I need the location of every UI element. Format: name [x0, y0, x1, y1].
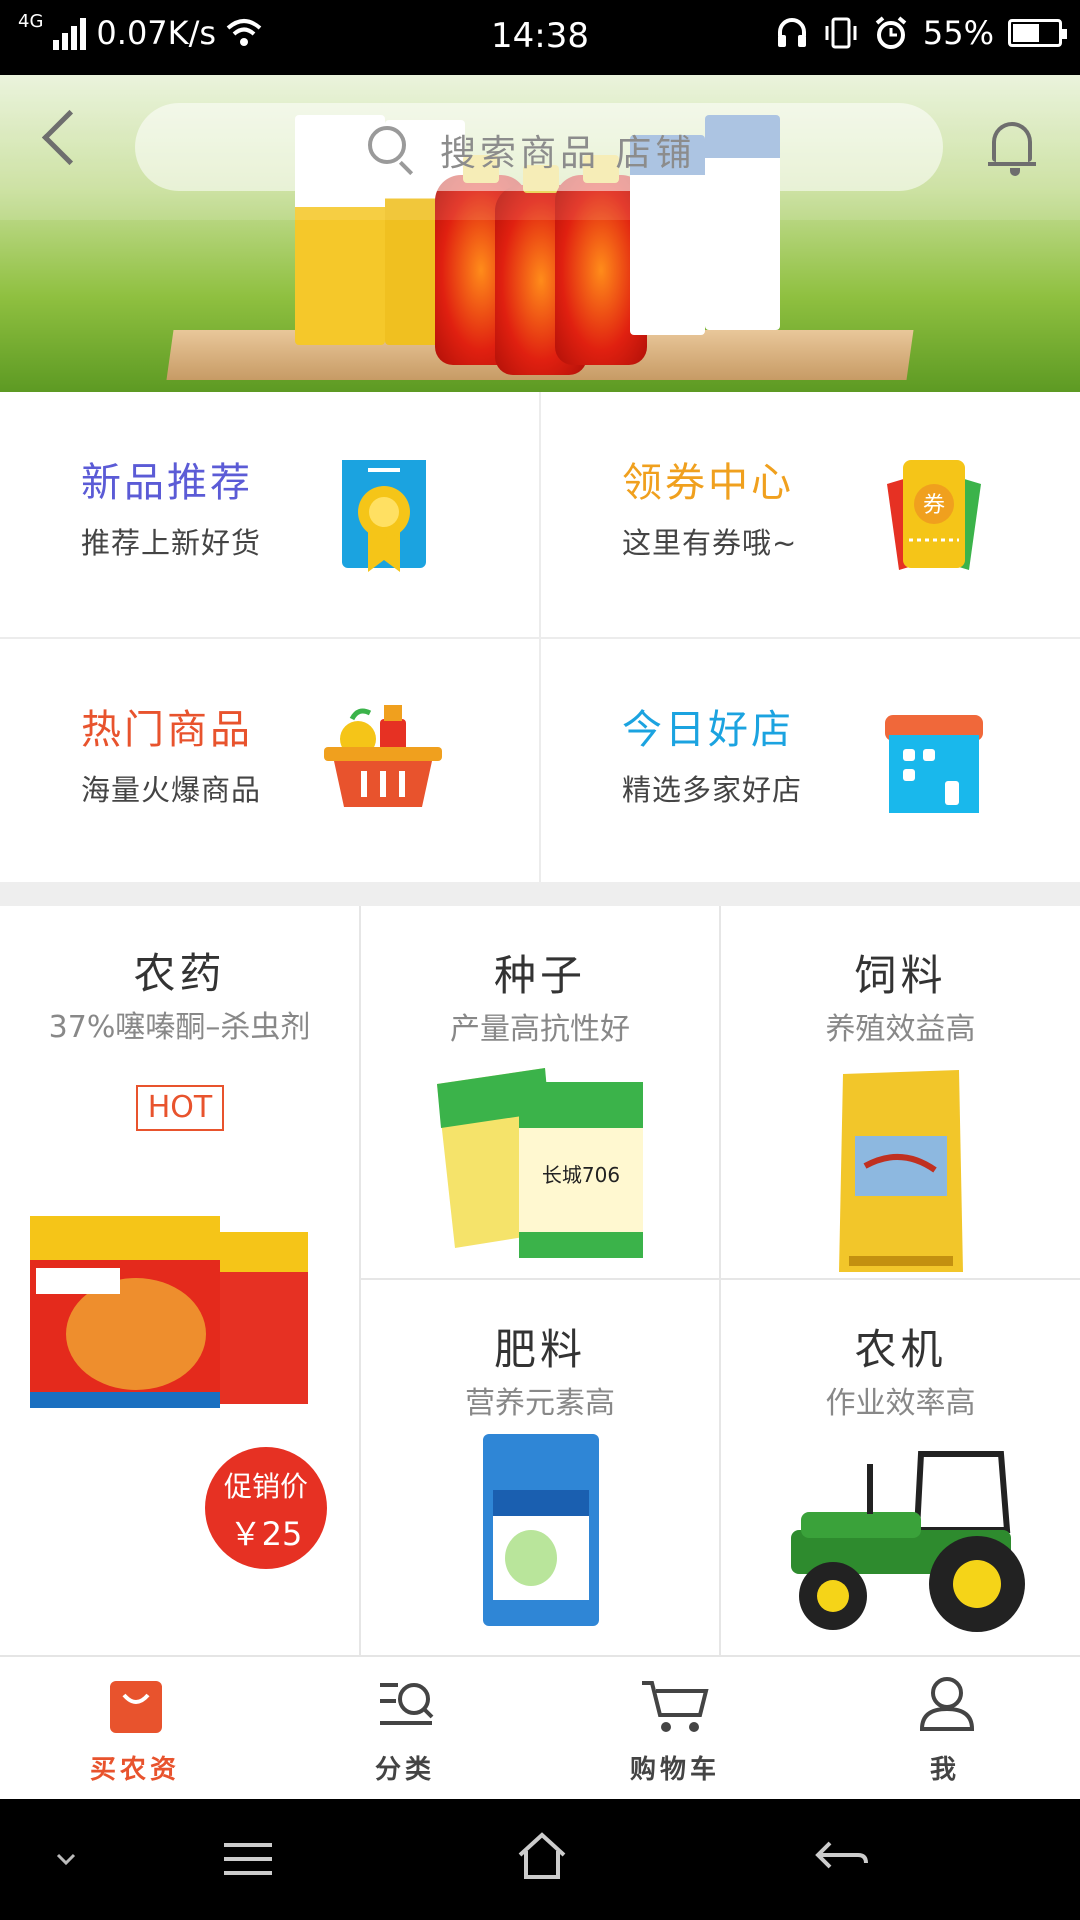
category-title: 种子 — [493, 951, 586, 1000]
pesticide-product-image — [30, 1216, 308, 1408]
nav-label: 买农资 — [89, 1755, 180, 1785]
fertilizer-bag-image — [483, 1434, 599, 1626]
hot-badge: HOT — [136, 1085, 224, 1131]
shop-icon — [885, 715, 983, 813]
seed-bag-image: 长城706 — [437, 1068, 643, 1258]
vibrate-icon — [825, 17, 857, 49]
nav-label: 购物车 — [629, 1755, 720, 1785]
home-icon[interactable] — [516, 1831, 568, 1881]
back-arrow-icon[interactable] — [814, 1839, 868, 1875]
nav-label: 我 — [929, 1755, 960, 1785]
feature-subtitle: 这里有券哦~ — [622, 526, 798, 560]
alarm-icon — [875, 16, 907, 49]
feature-title: 热门商品 — [81, 707, 253, 753]
feature-title: 今日好店 — [622, 707, 794, 753]
bottom-nav: 买农资 分类 购物车 我 — [0, 1655, 1080, 1801]
ribbon-badge-icon — [342, 460, 426, 572]
svg-text:券: 券 — [923, 493, 945, 518]
feature-good-shops[interactable]: 今日好店 精选多家好店 — [541, 639, 1080, 884]
battery-icon — [1008, 19, 1067, 47]
feature-title: 领券中心 — [622, 460, 794, 506]
category-title: 农药 — [133, 949, 226, 998]
category-title: 肥料 — [493, 1325, 586, 1374]
promo-price-badge: 促销价 ￥25 — [205, 1447, 327, 1569]
nav-cart[interactable]: 购物车 — [540, 1657, 810, 1801]
category-fertilizer[interactable]: 肥料 营养元素高 — [361, 1280, 719, 1655]
category-search-icon — [380, 1683, 434, 1725]
shopping-basket-icon — [324, 705, 442, 807]
feature-coupon-center[interactable]: 领券中心 这里有券哦~ 券 — [541, 392, 1080, 637]
category-subtitle: 作业效率高 — [825, 1386, 976, 1421]
nav-me[interactable]: 我 — [810, 1657, 1080, 1801]
section-separator — [0, 882, 1080, 906]
category-feed[interactable]: 饲料 养殖效益高 — [721, 906, 1080, 1278]
feature-subtitle: 精选多家好店 — [622, 773, 803, 807]
feature-title: 新品推荐 — [81, 460, 253, 506]
svg-text:长城706: 长城706 — [542, 1163, 620, 1187]
feed-bag-image — [839, 1070, 963, 1272]
search-icon — [368, 126, 406, 164]
search-placeholder: 搜索商品 店铺 — [440, 133, 696, 174]
category-subtitle: 产量高抗性好 — [450, 1012, 630, 1047]
tile-divider — [0, 637, 1080, 639]
category-machinery[interactable]: 农机 作业效率高 — [721, 1280, 1080, 1655]
battery-percent: 55% — [922, 14, 994, 52]
category-subtitle: 营养元素高 — [465, 1386, 615, 1421]
promo-price: ￥25 — [229, 1515, 303, 1553]
status-bar: 4G 0.07K/s 14:38 55% — [0, 0, 1080, 75]
headset-icon — [777, 18, 806, 47]
menu-icon[interactable] — [222, 1839, 274, 1879]
system-nav-bar — [0, 1799, 1080, 1920]
category-title: 农机 — [854, 1325, 947, 1374]
category-subtitle: 37%噻嗪酮–杀虫剂 — [48, 1010, 311, 1045]
category-title: 饲料 — [854, 951, 947, 1000]
bell-icon[interactable] — [988, 122, 1036, 176]
category-subtitle: 养殖效益高 — [825, 1012, 976, 1047]
nav-category[interactable]: 分类 — [270, 1657, 540, 1801]
tractor-image — [791, 1451, 1025, 1632]
coupon-icon: 券 — [887, 460, 981, 570]
category-seed[interactable]: 种子 产量高抗性好 长城706 — [361, 906, 719, 1278]
shopping-bag-icon — [110, 1681, 162, 1733]
feature-hot-products[interactable]: 热门商品 海量火爆商品 — [0, 639, 539, 884]
user-icon — [919, 1677, 975, 1731]
feature-new-products[interactable]: 新品推荐 推荐上新好货 — [0, 392, 539, 637]
feature-subtitle: 海量火爆商品 — [81, 773, 262, 807]
cart-icon — [642, 1681, 709, 1732]
nav-label: 分类 — [374, 1755, 435, 1785]
nav-buy-supplies[interactable]: 买农资 — [0, 1657, 270, 1801]
feature-subtitle: 推荐上新好货 — [81, 526, 262, 560]
chevron-down-icon[interactable] — [54, 1851, 78, 1867]
promo-label: 促销价 — [223, 1470, 308, 1503]
